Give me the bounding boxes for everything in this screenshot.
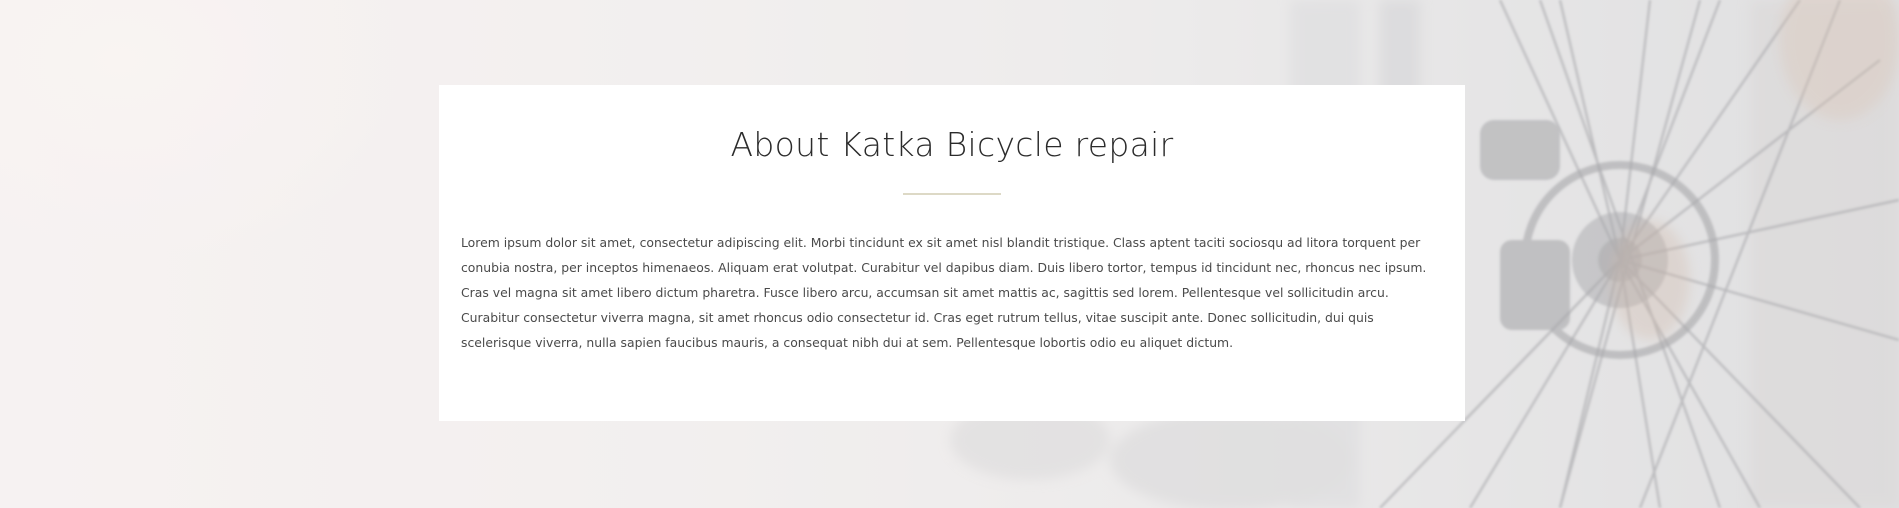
title-divider [903, 192, 1001, 195]
about-body-text: Lorem ipsum dolor sit amet, consectetur … [461, 234, 1427, 350]
about-title: About Katka Bicycle repair [730, 125, 1174, 164]
about-card: About Katka Bicycle repair Lorem ipsum d… [439, 85, 1465, 421]
